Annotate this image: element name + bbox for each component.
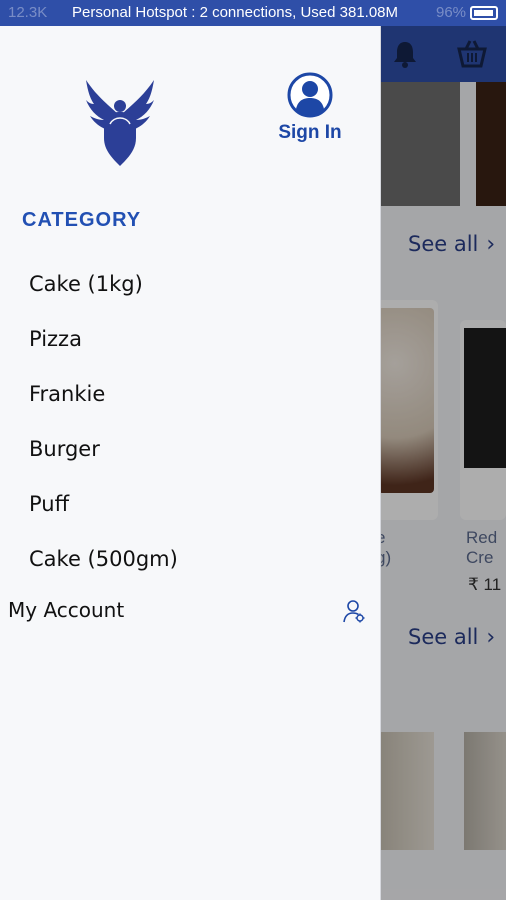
category-item-cake-500gm[interactable]: Cake (500gm)	[29, 547, 178, 602]
my-account-item[interactable]: My Account	[8, 598, 368, 630]
category-list: Cake (1kg) Pizza Frankie Burger Puff Cak…	[29, 272, 178, 602]
sign-in-label: Sign In	[278, 122, 342, 143]
status-bar: 12.3K Personal Hotspot : 2 connections, …	[0, 0, 506, 26]
category-item-cake-1kg[interactable]: Cake (1kg)	[29, 272, 178, 327]
brand-logo	[86, 80, 154, 166]
category-item-burger[interactable]: Burger	[29, 437, 178, 492]
category-heading: CATEGORY	[22, 209, 142, 231]
hotspot-notification: Personal Hotspot : 2 connections, Used 3…	[72, 4, 399, 21]
battery-percent: 96%	[436, 4, 467, 21]
user-settings-icon	[343, 600, 365, 623]
category-item-frankie[interactable]: Frankie	[29, 382, 178, 437]
category-item-puff[interactable]: Puff	[29, 492, 178, 547]
sign-in-button[interactable]: Sign In	[270, 72, 350, 152]
navigation-drawer: Sign In CATEGORY Cake (1kg) Pizza Franki…	[0, 26, 381, 900]
my-account-label: My Account	[8, 598, 125, 622]
category-item-pizza[interactable]: Pizza	[29, 327, 178, 382]
user-avatar-icon	[287, 72, 333, 118]
battery-icon	[470, 6, 498, 20]
network-speed: 12.3K	[8, 4, 48, 21]
